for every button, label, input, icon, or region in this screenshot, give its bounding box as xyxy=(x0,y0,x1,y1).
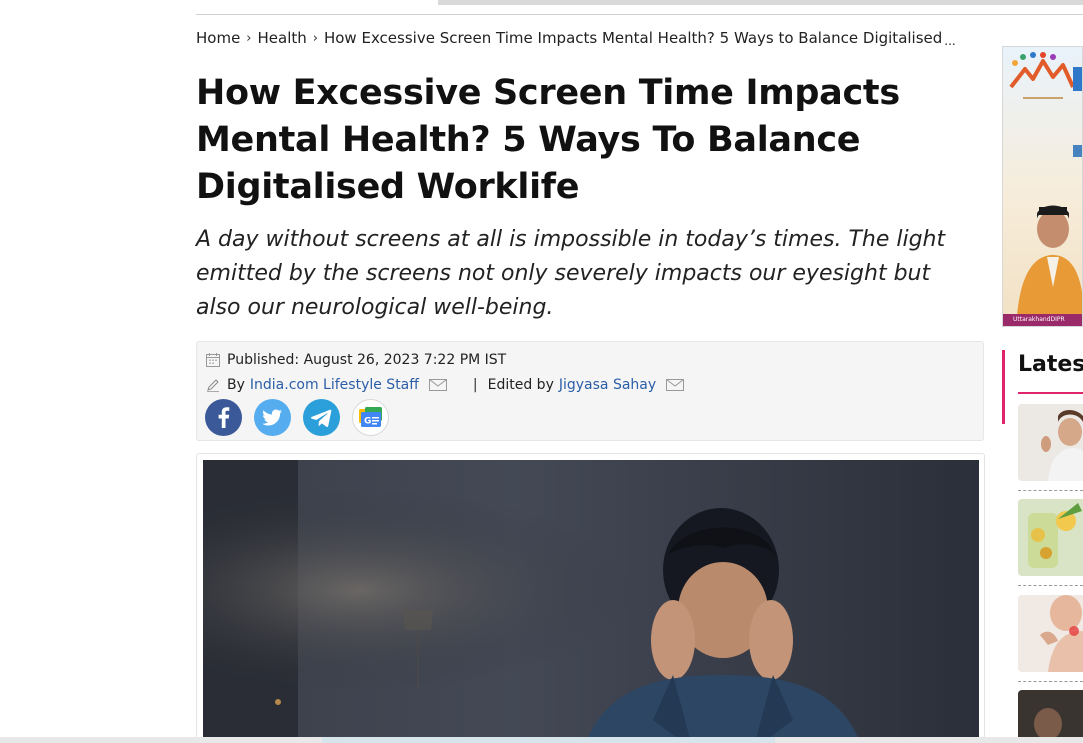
latest-item-divider xyxy=(1018,585,1083,586)
byline-row: By India.com Lifestyle Staff | Edited by… xyxy=(205,377,685,393)
thumbnail-image xyxy=(1018,595,1083,672)
breadcrumb-ellipsis: ... xyxy=(944,34,956,48)
ad-logo xyxy=(1009,52,1082,91)
google-news-share-button[interactable]: G xyxy=(352,399,389,436)
facebook-share-button[interactable] xyxy=(205,399,242,436)
latest-section-title: Latest xyxy=(1018,352,1083,377)
article-hero-image xyxy=(203,460,979,743)
byline-prefix: By xyxy=(227,377,245,393)
mail-icon[interactable] xyxy=(428,379,447,391)
sidebar-advertisement[interactable]: UttarakhandDIPR xyxy=(1002,46,1083,327)
header-divider xyxy=(196,14,1083,15)
latest-item-thumbnail[interactable] xyxy=(1018,595,1083,672)
ad-banner-graphic xyxy=(1009,52,1082,316)
latest-item-thumbnail[interactable] xyxy=(1018,499,1083,576)
author-link[interactable]: India.com Lifestyle Staff xyxy=(250,377,419,393)
article-hero-image-card xyxy=(196,453,985,743)
breadcrumb-health-link[interactable]: Health xyxy=(258,29,307,47)
top-scrollbar[interactable] xyxy=(438,0,1083,5)
telegram-icon xyxy=(310,409,332,428)
latest-item-divider xyxy=(1018,490,1083,491)
facebook-icon xyxy=(218,407,230,428)
published-date: Published: August 26, 2023 7:22 PM IST xyxy=(227,352,507,368)
article-meta-box: Published: August 26, 2023 7:22 PM IST B… xyxy=(196,341,984,441)
twitter-icon xyxy=(262,409,282,426)
breadcrumb: Home › Health › How Excessive Screen Tim… xyxy=(196,27,986,49)
pencil-icon xyxy=(207,379,219,392)
google-news-icon: G xyxy=(358,406,382,427)
svg-text:G: G xyxy=(364,416,371,426)
breadcrumb-home-link[interactable]: Home xyxy=(196,29,240,47)
chevron-right-icon: › xyxy=(312,30,318,46)
stressed-man-illustration xyxy=(203,460,979,743)
ad-portrait xyxy=(1017,205,1082,316)
ad-footer-strip: UttarakhandDIPR xyxy=(1003,314,1082,326)
article-headline: How Excessive Screen Time Impacts Mental… xyxy=(196,73,900,207)
chevron-right-icon: › xyxy=(246,30,252,46)
edited-prefix: Edited by xyxy=(487,377,554,393)
breadcrumb-current: How Excessive Screen Time Impacts Mental… xyxy=(323,29,943,47)
horizontal-scrollbar[interactable] xyxy=(0,737,1083,743)
editor-link[interactable]: Jigyasa Sahay xyxy=(559,377,656,393)
telegram-share-button[interactable] xyxy=(303,399,340,436)
thumbnail-image xyxy=(1018,499,1083,576)
thumbnail-image xyxy=(1018,690,1083,743)
latest-section-accent xyxy=(1002,350,1005,424)
latest-item-thumbnail[interactable] xyxy=(1018,690,1083,743)
horizontal-scrollbar-thumb[interactable] xyxy=(322,737,775,743)
calendar-icon xyxy=(206,353,220,367)
latest-section-underline xyxy=(1018,392,1083,394)
byline-separator: | xyxy=(472,377,478,393)
latest-item-thumbnail[interactable] xyxy=(1018,404,1083,481)
mail-icon[interactable] xyxy=(666,379,685,391)
share-bar: G xyxy=(205,399,401,436)
thumbnail-image xyxy=(1018,404,1083,481)
published-row: Published: August 26, 2023 7:22 PM IST xyxy=(205,352,506,368)
latest-item-divider xyxy=(1018,681,1083,682)
twitter-share-button[interactable] xyxy=(254,399,291,436)
article-subheadline: A day without screens at all is impossib… xyxy=(196,227,946,320)
